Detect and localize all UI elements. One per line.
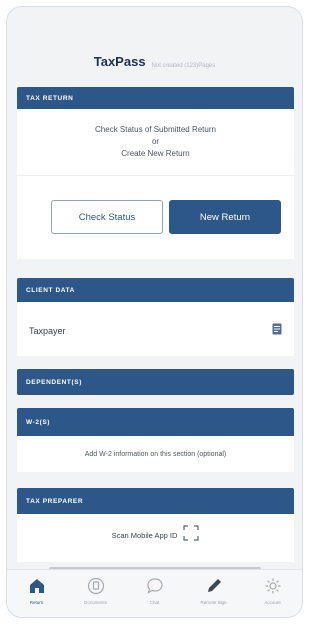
client-data-header: CLIENT DATA xyxy=(17,278,294,302)
tax-return-header: TAX RETURN xyxy=(17,87,294,109)
dependents-header: DEPENDENT(S) xyxy=(17,369,294,395)
tax-return-line2: or xyxy=(151,137,160,146)
chat-icon xyxy=(144,576,166,596)
document-icon[interactable] xyxy=(272,322,282,340)
scan-app-id-row[interactable]: Scan Mobile App ID xyxy=(17,514,294,562)
gear-icon xyxy=(262,576,284,596)
scan-app-id-label: Scan Mobile App ID xyxy=(111,530,178,540)
tax-return-line3: Create New Return xyxy=(121,149,190,158)
new-return-button[interactable]: New Return xyxy=(169,200,281,234)
tab-label: Remote Sign xyxy=(200,600,227,605)
tab-account[interactable]: Account xyxy=(245,576,301,605)
app-header: TaxPass Not created (123)Pages xyxy=(7,7,302,87)
document-icon xyxy=(85,576,107,596)
tax-return-section: TAX RETURN Check Status of Submitted Ret… xyxy=(17,87,294,259)
tab-chat[interactable]: Chat xyxy=(127,576,183,605)
w2-body[interactable]: Add W-2 information on this section (opt… xyxy=(17,436,294,472)
w2-section: W-2(S) Add W-2 information on this secti… xyxy=(17,408,294,472)
taxpayer-label: Taxpayer xyxy=(29,326,66,336)
client-data-section: CLIENT DATA Taxpayer xyxy=(17,278,294,356)
app-subtitle: Not created (123)Pages xyxy=(151,63,216,69)
w2-header: W-2(S) xyxy=(17,408,294,436)
tax-preparer-section: TAX PREPARER Scan Mobile App ID xyxy=(17,488,294,562)
dependents-section[interactable]: DEPENDENT(S) xyxy=(17,369,294,395)
tab-label: Documents xyxy=(84,600,107,605)
home-icon xyxy=(26,576,48,596)
check-status-button[interactable]: Check Status xyxy=(51,200,163,234)
tax-return-info: Check Status of Submitted Return or Crea… xyxy=(17,109,294,175)
tab-return[interactable]: Return xyxy=(9,576,65,605)
tab-label: Account xyxy=(264,600,281,605)
tab-bar: Return Documents Chat Remote Sign Accoun… xyxy=(7,569,302,617)
tab-label: Chat xyxy=(149,600,160,605)
pen-icon xyxy=(203,576,225,596)
tax-return-actions: Check Status New Return xyxy=(17,175,294,259)
scan-icon[interactable] xyxy=(183,524,200,546)
w2-hint: Add W-2 information on this section (opt… xyxy=(84,450,227,458)
tax-return-line1: Check Status of Submitted Return xyxy=(95,125,216,134)
tab-documents[interactable]: Documents xyxy=(68,576,124,605)
tax-preparer-header: TAX PREPARER xyxy=(17,488,294,514)
phone-frame: TaxPass Not created (123)Pages TAX RETUR… xyxy=(6,6,303,618)
tab-label: Return xyxy=(29,600,44,605)
client-data-row[interactable]: Taxpayer xyxy=(17,302,294,356)
app-title: TaxPass xyxy=(93,54,146,69)
tab-remote-sign[interactable]: Remote Sign xyxy=(186,576,242,605)
